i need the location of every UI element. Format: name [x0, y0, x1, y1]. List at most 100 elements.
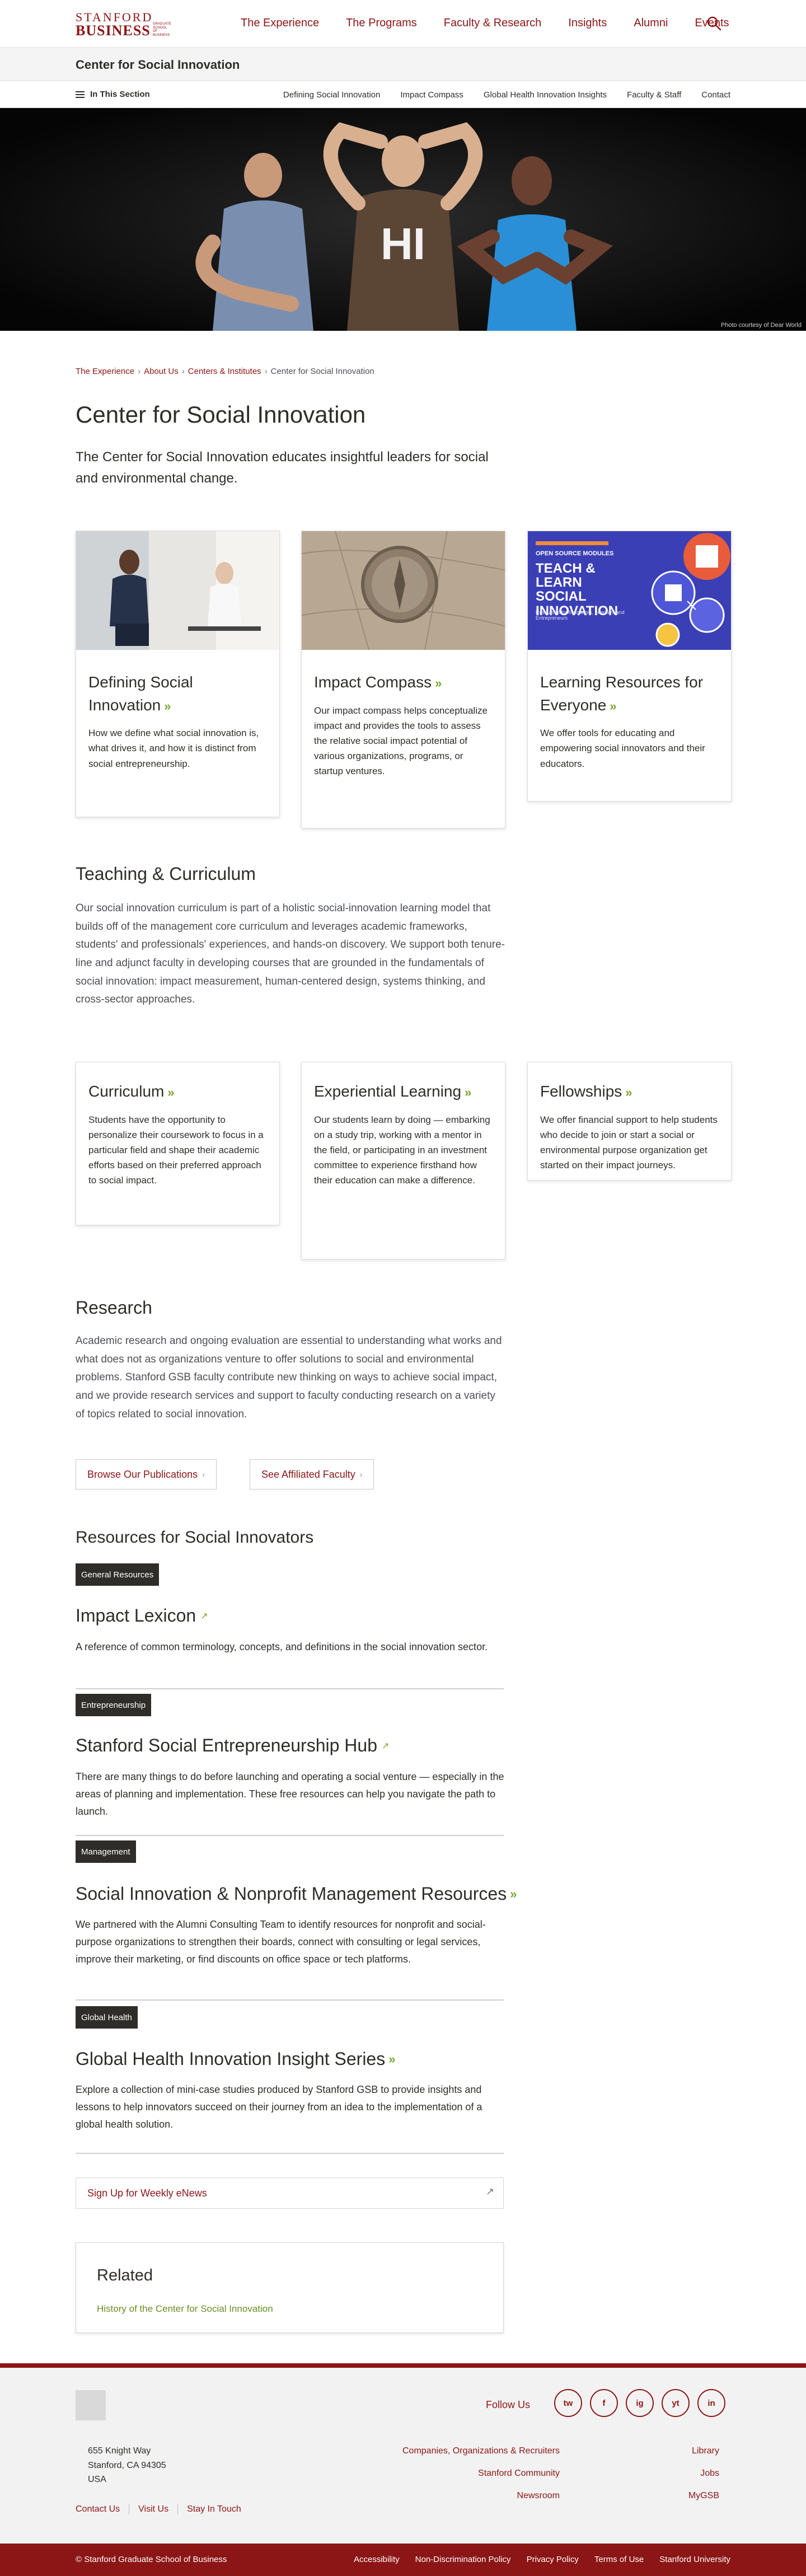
- footer-link-newsroom[interactable]: Newsroom: [402, 2491, 560, 2502]
- link-terms-of-use[interactable]: Terms of Use: [594, 2555, 644, 2564]
- external-link-icon: ↗: [200, 1611, 208, 1621]
- linkedin-icon[interactable]: in: [697, 2389, 725, 2417]
- teaching-text: Our social innovation curriculum is part…: [76, 902, 505, 1006]
- footer-link-stanford-community[interactable]: Stanford Community: [402, 2469, 560, 2480]
- resource-desc: We partnered with the Alumni Consulting …: [76, 1919, 486, 1965]
- card-learning-resources[interactable]: OPEN SOURCE MODULES TEACH & LEARN SOCIAL…: [527, 531, 732, 802]
- footer-link-library[interactable]: Library: [688, 2446, 719, 2457]
- page-lead: The Center for Social Innovation educate…: [76, 449, 489, 486]
- copyright: © Stanford Graduate School of Business: [76, 2555, 227, 2564]
- related-link-history[interactable]: History of the Center for Social Innovat…: [97, 2303, 273, 2315]
- facebook-icon[interactable]: f: [590, 2389, 618, 2417]
- nav-insights[interactable]: Insights: [568, 17, 607, 30]
- enews-signup-link[interactable]: Sign Up for Weekly eNews ↗: [76, 2177, 504, 2209]
- link-privacy-policy[interactable]: Privacy Policy: [527, 2555, 579, 2564]
- photo-credit: Photo courtesy of Dear World: [720, 322, 802, 329]
- card-text: We offer financial support to help stude…: [540, 1114, 718, 1171]
- section-title[interactable]: Center for Social Innovation: [76, 58, 240, 72]
- chevron-right-icon: »: [435, 676, 442, 690]
- breadcrumb-about-us[interactable]: About Us: [144, 367, 179, 376]
- resource-title-entrepreneurship-hub[interactable]: Stanford Social Entrepreneurship Hub ↗: [76, 1735, 389, 1756]
- link-accessibility[interactable]: Accessibility: [354, 2555, 400, 2564]
- footer-visit-us[interactable]: Visit Us: [138, 2504, 179, 2514]
- browse-publications-button[interactable]: Browse Our Publications ›: [76, 1459, 217, 1490]
- card-curriculum[interactable]: Curriculum» Students have the opportunit…: [76, 1062, 280, 1225]
- card-image: [76, 531, 279, 650]
- nav-the-experience[interactable]: The Experience: [241, 17, 319, 30]
- resource-title-impact-lexicon[interactable]: Impact Lexicon ↗: [76, 1605, 208, 1626]
- tag-management[interactable]: Management: [76, 1840, 136, 1863]
- card-fellowships[interactable]: Fellowships» We offer financial support …: [527, 1062, 732, 1181]
- card-text: Our impact compass helps conceptualize i…: [314, 705, 488, 777]
- menu-icon: [76, 91, 85, 98]
- search-icon[interactable]: [706, 16, 722, 31]
- tag-entrepreneurship[interactable]: Entrepreneurship: [76, 1694, 152, 1716]
- teaching-heading: Teaching & Curriculum: [76, 864, 256, 884]
- link-stanford-university[interactable]: Stanford University: [659, 2555, 730, 2564]
- resource-desc: Explore a collection of mini-case studie…: [76, 2084, 482, 2130]
- card-title: Learning Resources for Everyone: [540, 673, 704, 714]
- divider: [76, 1835, 504, 1836]
- subnav-impact-compass[interactable]: Impact Compass: [400, 90, 463, 100]
- breadcrumb: The Experience › About Us › Centers & Inst…: [76, 367, 374, 376]
- subnav-global-health[interactable]: Global Health Innovation Insights: [484, 90, 607, 100]
- nav-alumni[interactable]: Alumni: [634, 17, 668, 30]
- card-defining-social-innovation[interactable]: Defining Social Innovation» How we defin…: [76, 531, 280, 817]
- footer-contact-links: Contact Us Visit Us Stay In Touch: [76, 2504, 259, 2514]
- hero-shirt-text: HI: [381, 219, 425, 269]
- subnav-defining-social-innovation[interactable]: Defining Social Innovation: [283, 90, 380, 100]
- divider: [76, 1688, 504, 1689]
- chevron-right-icon: »: [465, 1085, 472, 1099]
- card-title: Defining Social Innovation: [88, 673, 193, 714]
- chevron-right-icon: ›: [202, 1470, 205, 1479]
- subnav-faculty-staff[interactable]: Faculty & Staff: [627, 90, 681, 100]
- in-this-section-toggle[interactable]: In This Section: [76, 90, 150, 99]
- card-text: How we define what social innovation is,…: [88, 728, 259, 769]
- divider: [76, 1999, 504, 2001]
- nav-faculty-research[interactable]: Faculty & Research: [444, 17, 542, 30]
- page-title: Center for Social Innovation: [76, 401, 366, 428]
- tag-global-health[interactable]: Global Health: [76, 2006, 138, 2029]
- card-impact-compass[interactable]: Impact Compass» Our impact compass helps…: [301, 531, 505, 828]
- related-heading: Related: [97, 2266, 153, 2284]
- subnav-contact[interactable]: Contact: [701, 90, 730, 100]
- external-link-icon: ↗: [381, 1741, 390, 1751]
- footer-link-mygsb[interactable]: MyGSB: [688, 2491, 719, 2502]
- instagram-icon[interactable]: ig: [626, 2389, 654, 2417]
- section-bar: Center for Social Innovation: [0, 48, 806, 81]
- promo-kicker: OPEN SOURCE MODULES: [536, 550, 614, 557]
- tag-general-resources[interactable]: General Resources: [76, 1563, 160, 1586]
- card-text: We offer tools for educating and empower…: [540, 728, 705, 769]
- related-box: Related History of the Center for Social…: [76, 2242, 504, 2333]
- footer-stay-in-touch[interactable]: Stay In Touch: [187, 2504, 250, 2514]
- breadcrumb-the-experience[interactable]: The Experience: [76, 367, 134, 376]
- research-heading: Research: [76, 1298, 152, 1318]
- link-non-discrimination[interactable]: Non-Discrimination Policy: [415, 2555, 511, 2564]
- main-nav: The Experience The Programs Faculty & Re…: [241, 17, 756, 30]
- nav-the-programs[interactable]: The Programs: [346, 17, 417, 30]
- footer-bottom-bar: © Stanford Graduate School of Business A…: [0, 2544, 806, 2576]
- hero-image: HI Photo courtesy of Dear World: [0, 108, 806, 331]
- footer-contact-us[interactable]: Contact Us: [76, 2504, 130, 2514]
- affiliated-faculty-button[interactable]: See Affiliated Faculty ›: [250, 1459, 374, 1490]
- chevron-right-icon: »: [167, 1085, 175, 1099]
- card-title: Experiential Learning: [314, 1083, 462, 1100]
- youtube-icon[interactable]: yt: [662, 2389, 690, 2417]
- breadcrumb-centers-institutes[interactable]: Centers & Institutes: [188, 367, 261, 376]
- chevron-right-icon: »: [625, 1085, 632, 1099]
- footer-link-jobs[interactable]: Jobs: [688, 2469, 719, 2480]
- breadcrumb-current: Center for Social Innovation: [270, 367, 374, 376]
- resource-desc: There are many things to do before launc…: [76, 1771, 504, 1817]
- twitter-icon[interactable]: tw: [554, 2389, 582, 2417]
- footer-links-col2: Library Jobs MyGSB: [688, 2446, 719, 2513]
- card-experiential-learning[interactable]: Experiential Learning» Our students lear…: [301, 1062, 505, 1259]
- footer-address: 655 Knight Way Stanford, CA 94305 USA: [88, 2446, 166, 2485]
- footer-link-companies[interactable]: Companies, Organizations & Recruiters: [402, 2446, 560, 2457]
- resource-title-nonprofit-management[interactable]: Social Innovation & Nonprofit Management…: [76, 1884, 517, 1904]
- resource-desc: A reference of common terminology, conce…: [76, 1641, 488, 1652]
- stanford-business-logo[interactable]: STANFORD BUSINESS GRADUATE SCHOOL OF BUS…: [76, 11, 171, 39]
- research-text: Academic research and ongoing evaluation…: [76, 1335, 502, 1420]
- footer-logo[interactable]: [76, 2390, 106, 2420]
- resource-title-global-health-series[interactable]: Global Health Innovation Insight Series»: [76, 2049, 395, 2069]
- card-title: Fellowships: [540, 1083, 622, 1100]
